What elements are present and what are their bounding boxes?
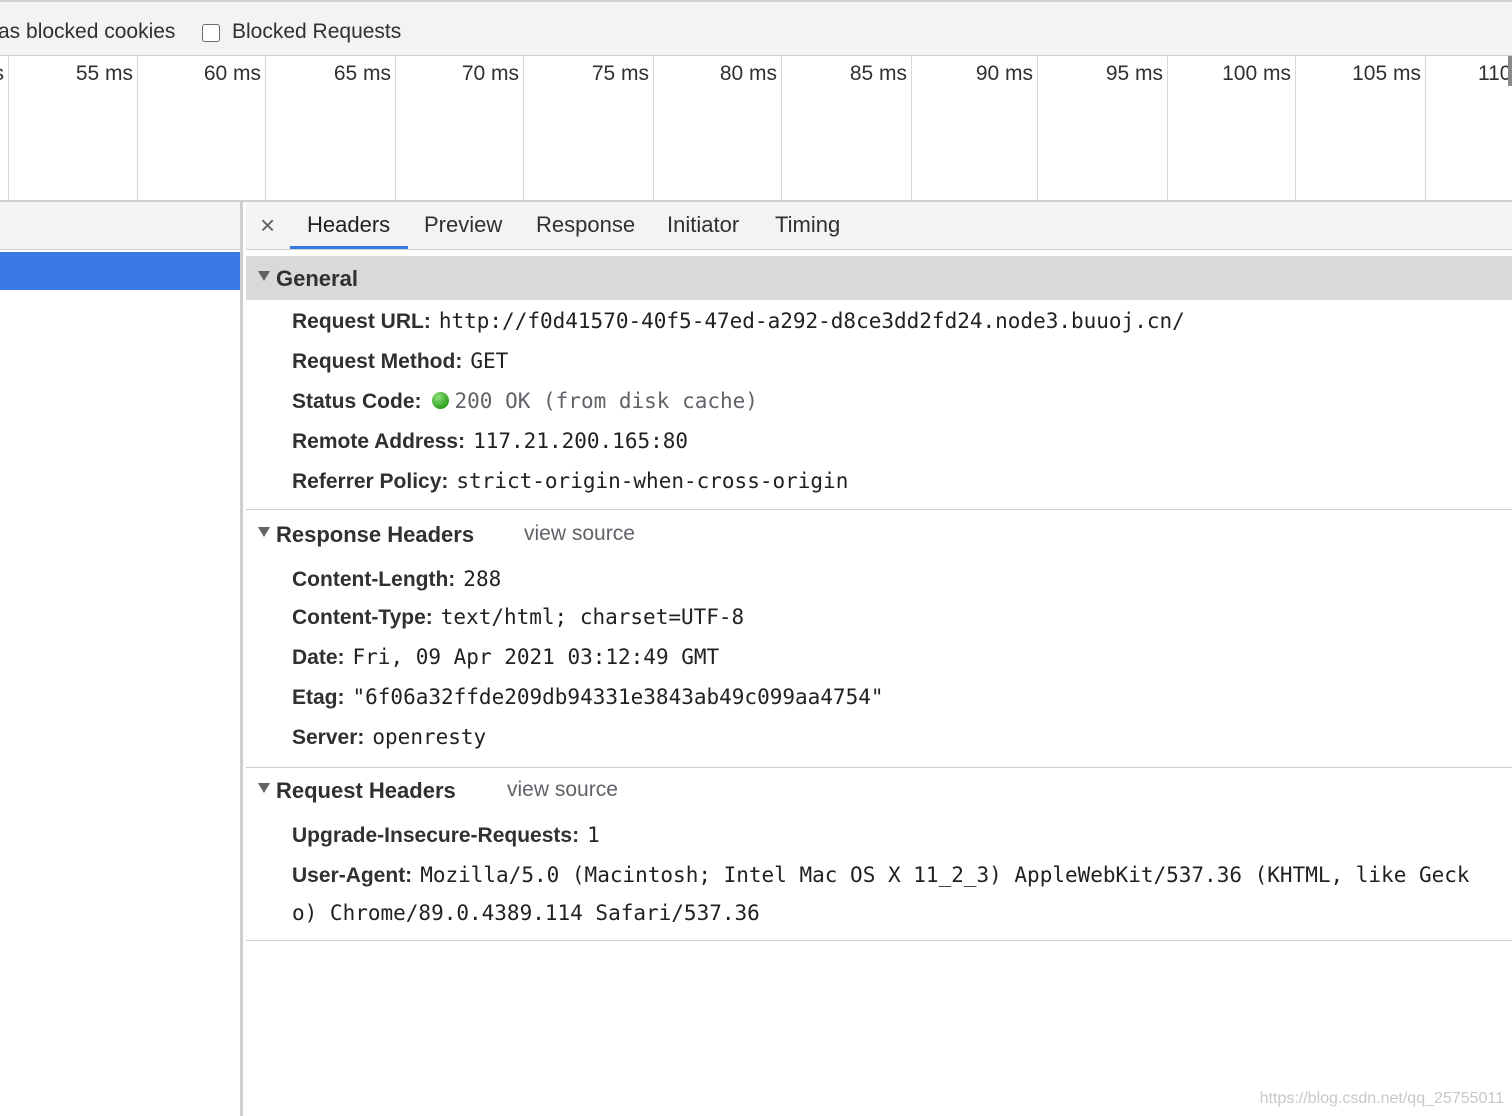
details-tabbar: × Headers Preview Response Initiator Tim…: [246, 202, 1512, 250]
timeline-tick-label: 85 ms: [849, 62, 907, 85]
header-key: Server:: [292, 726, 365, 749]
header-key: Content-Type:: [292, 606, 433, 629]
header-value: http://f0d41570-40f5-47ed-a292-d8ce3dd2f…: [438, 309, 1185, 333]
header-row-request-url: Request URL: http://f0d41570-40f5-47ed-a2…: [292, 309, 1185, 334]
header-key: Referrer Policy:: [292, 470, 449, 493]
general-section-title: General: [276, 266, 358, 291]
timeline-tick-label: 100 ms: [1222, 62, 1291, 85]
header-value: Mozilla/5.0 (Macintosh; Intel Mac OS X 1…: [420, 863, 1470, 887]
section-divider: [246, 940, 1512, 941]
timeline-tick: 75 ms: [524, 56, 654, 200]
header-value: "6f06a32ffde209db94331e3843ab49c099aa475…: [352, 685, 884, 709]
tab-timing[interactable]: Timing: [775, 212, 840, 238]
header-row-status-code: Status Code: 200 OK (from disk cache): [292, 389, 758, 414]
header-key: Etag:: [292, 686, 345, 709]
timeline-tick: 100 ms: [1168, 56, 1296, 200]
timeline-tick-label: 55 ms: [75, 62, 133, 85]
header-key: User-Agent:: [292, 864, 413, 887]
header-value: text/html; charset=UTF-8: [440, 605, 745, 629]
header-row-date: Date: Fri, 09 Apr 2021 03:12:49 GMT: [292, 645, 719, 670]
header-row-etag: Etag: "6f06a32ffde209db94331e3843ab49c099…: [292, 685, 884, 710]
timeline-tick-label: 70 ms: [461, 62, 519, 85]
tab-headers[interactable]: Headers: [307, 212, 390, 238]
request-list: [0, 202, 243, 1116]
header-value: 117.21.200.165:80: [473, 429, 689, 453]
request-list-header: [0, 202, 240, 250]
blocked-cookies-filter-label[interactable]: as blocked cookies: [0, 20, 175, 44]
timeline-scroll-handle[interactable]: [1508, 56, 1512, 86]
header-value: strict-origin-when-cross-origin: [456, 469, 849, 493]
timeline-tick-label: 110: [1478, 62, 1512, 85]
request-details-pane: × Headers Preview Response Initiator Tim…: [246, 202, 1512, 1116]
general-section-header[interactable]: General: [246, 256, 1512, 300]
header-row-upgrade-insecure-requests: Upgrade-Insecure-Requests: 1: [292, 823, 600, 848]
active-tab-indicator: [290, 246, 408, 249]
header-value: openresty: [372, 725, 487, 749]
header-row-content-length: Content-Length: 288: [292, 567, 501, 592]
timeline-tick: 105 ms: [1296, 56, 1426, 200]
blocked-requests-label[interactable]: Blocked Requests: [232, 20, 401, 44]
timeline-tick: 80 ms: [654, 56, 782, 200]
request-headers-title: Request Headers: [276, 778, 456, 803]
timeline-tick-label: 60 ms: [203, 62, 261, 85]
caret-down-icon[interactable]: [258, 783, 270, 793]
request-headers-section-header[interactable]: Request Headers view source: [246, 768, 1512, 812]
timeline-tick-label: 75 ms: [591, 62, 649, 85]
header-row-referrer-policy: Referrer Policy: strict-origin-when-cross…: [292, 469, 848, 494]
header-value: GET: [470, 349, 509, 373]
header-key: Remote Address:: [292, 430, 466, 453]
tab-response[interactable]: Response: [536, 212, 635, 238]
header-value: 288: [463, 567, 502, 591]
timeline-tick-label: 65 ms: [333, 62, 391, 85]
timeline-tick: s: [0, 56, 9, 200]
timeline-tick: 55 ms: [9, 56, 138, 200]
caret-down-icon[interactable]: [258, 271, 270, 281]
section-divider: [246, 509, 1512, 510]
filter-bar: as blocked cookies Blocked Requests: [0, 0, 1512, 56]
status-ok-icon: [431, 392, 449, 409]
close-icon[interactable]: ×: [260, 210, 275, 241]
timeline-tick-label: s: [0, 62, 4, 86]
header-value: Fri, 09 Apr 2021 03:12:49 GMT: [352, 645, 720, 669]
tab-initiator[interactable]: Initiator: [667, 212, 739, 238]
user-agent-continuation: o) Chrome/89.0.4389.114 Safari/537.36: [292, 901, 760, 925]
timeline-tick: 90 ms: [912, 56, 1038, 200]
timeline-tick: 65 ms: [266, 56, 396, 200]
selected-request-row[interactable]: [0, 252, 240, 290]
timeline-tick: 95 ms: [1038, 56, 1168, 200]
caret-down-icon[interactable]: [258, 527, 270, 537]
header-key: Request Method:: [292, 350, 463, 373]
response-headers-title: Response Headers: [276, 522, 475, 547]
header-key: Upgrade-Insecure-Requests:: [292, 824, 580, 847]
header-key: Date:: [292, 646, 345, 669]
timeline-tick-label: 105 ms: [1352, 62, 1421, 85]
header-value: 1: [587, 823, 600, 847]
timeline-tick: 110: [1426, 56, 1512, 200]
timeline-tick-label: 80 ms: [719, 62, 777, 85]
header-row-remote-address: Remote Address: 117.21.200.165:80: [292, 429, 688, 454]
header-row-user-agent: User-Agent: Mozilla/5.0 (Macintosh; Intel…: [292, 863, 1470, 888]
timeline-tick: 70 ms: [396, 56, 524, 200]
tab-preview[interactable]: Preview: [424, 212, 502, 238]
header-row-server: Server: openresty: [292, 725, 486, 750]
blocked-requests-checkbox[interactable]: [202, 24, 220, 42]
header-value: 200 OK (from disk cache): [454, 389, 758, 413]
timeline-tick-label: 95 ms: [1105, 62, 1163, 85]
response-view-source-link[interactable]: view source: [524, 522, 635, 546]
header-row-content-type: Content-Type: text/html; charset=UTF-8: [292, 605, 744, 630]
response-headers-section-header[interactable]: Response Headers view source: [246, 512, 1512, 556]
timeline-tick: 85 ms: [782, 56, 912, 200]
timeline-tick: 60 ms: [138, 56, 266, 200]
header-key: Content-Length:: [292, 568, 456, 591]
header-row-request-method: Request Method: GET: [292, 349, 508, 374]
timeline-overview[interactable]: s 55 ms 60 ms 65 ms 70 ms 75 ms 80 ms 85…: [0, 56, 1512, 202]
watermark: https://blog.csdn.net/qq_25755011: [1259, 1090, 1504, 1107]
timeline-tick-label: 90 ms: [975, 62, 1033, 85]
header-key: Status Code:: [292, 390, 422, 413]
header-key: Request URL:: [292, 310, 431, 333]
request-view-source-link[interactable]: view source: [507, 778, 618, 802]
